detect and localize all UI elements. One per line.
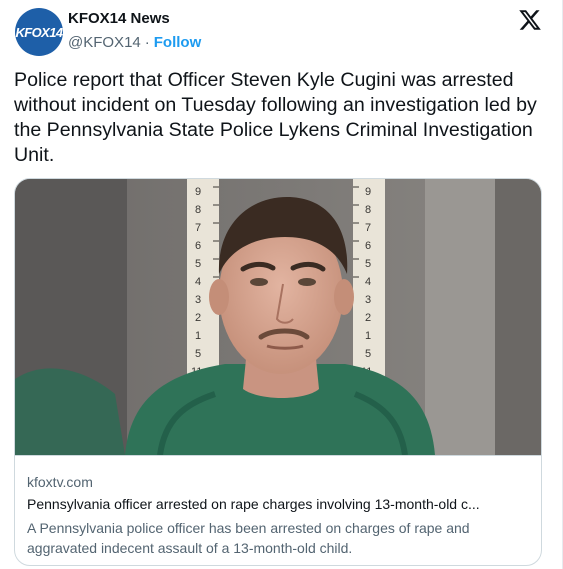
separator-dot: · xyxy=(144,34,150,51)
ruler-left-mark: 2 xyxy=(195,312,201,324)
ruler-right-mark: 4 xyxy=(365,276,371,288)
ruler-right-mark: 5 xyxy=(365,348,371,360)
handle[interactable]: @KFOX14 xyxy=(68,34,141,51)
link-title[interactable]: Pennsylvania officer arrested on rape ch… xyxy=(27,496,533,512)
ruler-left-mark: 7 xyxy=(195,222,201,234)
link-domain: kfoxtv.com xyxy=(27,474,93,490)
ruler-right-mark: 7 xyxy=(365,222,371,234)
handle-row: @KFOX14 · Follow xyxy=(68,34,201,51)
follow-button[interactable]: Follow xyxy=(154,34,202,51)
ruler-right-mark: 3 xyxy=(365,294,371,306)
ruler-right-mark: 6 xyxy=(365,240,371,252)
ruler-right-mark: 5 xyxy=(365,258,371,270)
ruler-right-mark: 1 xyxy=(365,330,371,342)
link-info[interactable]: kfoxtv.com Pennsylvania officer arrested… xyxy=(15,455,541,565)
tweet-text: Police report that Officer Steven Kyle C… xyxy=(14,69,537,166)
ruler-left-mark: 5 xyxy=(195,258,201,270)
ruler-left-mark: 8 xyxy=(195,204,201,216)
ruler-left-mark: 9 xyxy=(195,186,201,198)
x-logo-icon[interactable] xyxy=(518,8,542,32)
ruler-left-mark: 4 xyxy=(195,276,201,288)
avatar[interactable]: KFOX14 xyxy=(15,8,63,56)
ruler-left-mark: 3 xyxy=(195,294,201,306)
tweet-card: KFOX14 KFOX14 News @KFOX14 · Follow Poli… xyxy=(0,0,563,569)
ruler-left-mark: 6 xyxy=(195,240,201,252)
display-name[interactable]: KFOX14 News xyxy=(68,10,170,27)
mugshot-photo: 9 8 7 6 5 4 3 2 1 5 11 10 9 9 8 7 6 5 4 … xyxy=(15,179,541,455)
ruler-right-mark: 8 xyxy=(365,204,371,216)
ruler-left-mark: 1 xyxy=(195,330,201,342)
link-description: A Pennsylvania police officer has been a… xyxy=(27,520,470,556)
avatar-logo-text: KFOX14 xyxy=(15,24,64,40)
ruler-left-mark: 5 xyxy=(195,348,201,360)
link-card[interactable]: 9 8 7 6 5 4 3 2 1 5 11 10 9 9 8 7 6 5 4 … xyxy=(14,178,542,566)
ruler-right-mark: 9 xyxy=(365,186,371,198)
ruler-right-mark: 2 xyxy=(365,312,371,324)
